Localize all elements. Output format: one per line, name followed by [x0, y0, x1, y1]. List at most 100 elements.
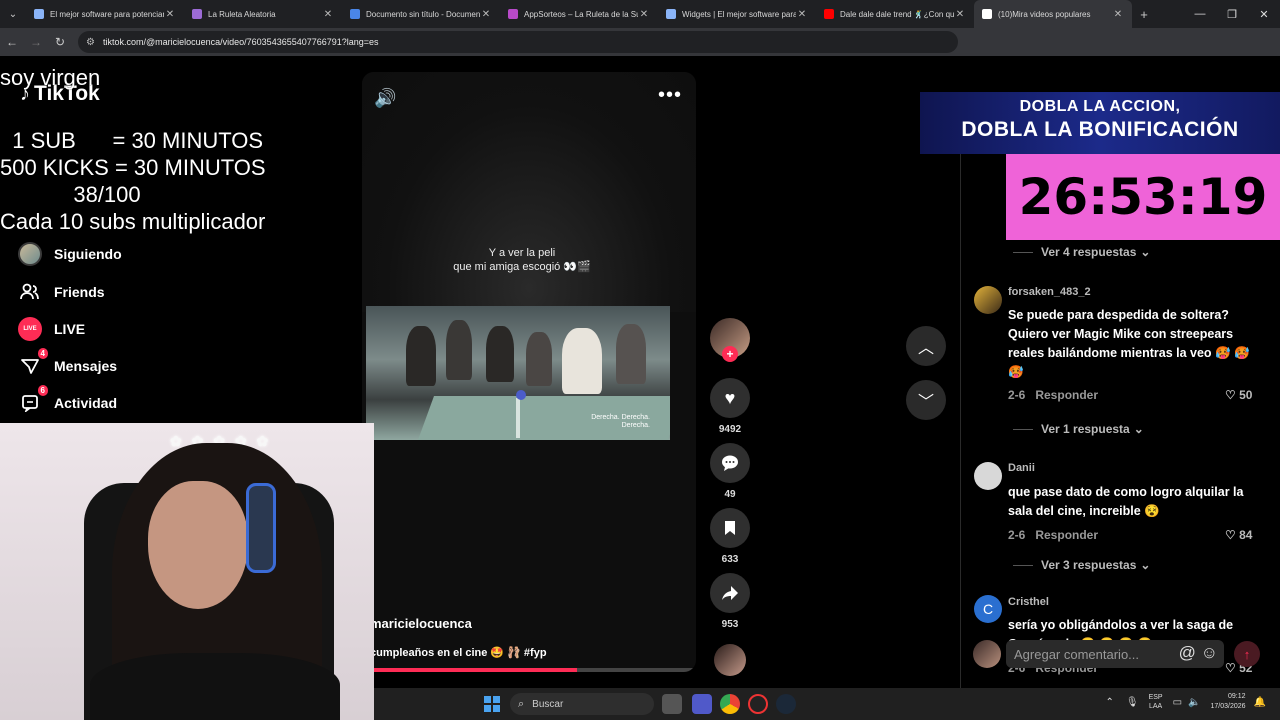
network-icon[interactable]: ▭ [1173, 697, 1182, 708]
close-icon[interactable]: ✕ [954, 9, 966, 20]
video-author[interactable]: maricielocuenca [370, 616, 472, 631]
share-arrow-icon [710, 573, 750, 613]
post-comment-button[interactable]: ↑ [1234, 641, 1260, 667]
close-icon[interactable]: ✕ [322, 9, 334, 20]
mention-emoji-icons[interactable]: @ ☺ [1179, 643, 1218, 663]
ping-pong-ball [516, 390, 526, 400]
video-player[interactable]: 🔊 ••• Y a ver la peli que mi amiga escog… [362, 72, 696, 672]
view-replies-button[interactable]: Ver 3 respuestas ⌄ [1013, 558, 1150, 572]
search-label: Buscar [532, 698, 564, 710]
comment-username[interactable]: forsaken_483_2 [1008, 286, 1091, 298]
tab-favicon-icon [824, 9, 834, 19]
tiktok-favicon-icon [982, 9, 992, 19]
reload-icon[interactable]: ↻ [48, 28, 72, 56]
live-icon: LIVE [18, 317, 42, 341]
comment-placeholder: Agregar comentario... [1014, 646, 1140, 662]
commenter-avatar[interactable] [974, 462, 1002, 490]
sidebar-item-following[interactable]: Siguiendo [18, 242, 122, 266]
view-replies-button[interactable]: Ver 4 respuestas ⌄ [1013, 245, 1150, 259]
tab-search-chevron-icon[interactable]: ⌄ [0, 0, 26, 28]
share-button[interactable]: 953 [710, 573, 750, 630]
browser-tab-active[interactable]: (10)Mira videos populares ✕ [974, 0, 1132, 28]
browser-tab[interactable]: Documento sin título - Documentos ✕ [342, 0, 500, 28]
share-count: 953 [721, 619, 739, 630]
sidebar-item-label: Siguiendo [54, 246, 122, 262]
follow-plus-icon[interactable]: + [722, 346, 738, 362]
close-icon[interactable]: ✕ [164, 9, 176, 20]
messages-badge: 4 [37, 348, 48, 359]
like-button[interactable]: ♥ 9492 [710, 378, 750, 435]
language-indicator[interactable]: ESP LAA [1149, 693, 1163, 711]
comment-input[interactable]: Agregar comentario... @ ☺ [1006, 640, 1224, 668]
overlay-line-4: 38/100 [0, 182, 141, 207]
obs-icon[interactable] [748, 694, 768, 714]
comment-button[interactable]: 49 [710, 443, 750, 500]
window-controls: — ❐ ✕ [1184, 0, 1280, 28]
close-icon[interactable]: ✕ [1112, 9, 1124, 20]
reply-button[interactable]: Responder [1035, 528, 1098, 542]
reply-button[interactable]: Responder [1035, 388, 1098, 402]
browser-tab[interactable]: Widgets | El mejor software para ✕ [658, 0, 816, 28]
browser-tab[interactable]: Dale dale dale trend 🕺¿Con quién ✕ [816, 0, 974, 28]
tab-favicon-icon [34, 9, 44, 19]
view-replies-button[interactable]: Ver 1 respuesta ⌄ [1013, 422, 1144, 436]
close-icon[interactable]: ✕ [796, 9, 808, 20]
system-tray: ⌃ 🎙 ESP LAA ▭ 🔈 09:12 17/03/2026 🔔 [1105, 692, 1266, 712]
heart-icon: ♥ [710, 378, 750, 418]
like-count: 9492 [718, 424, 742, 435]
steam-icon[interactable] [776, 694, 796, 714]
next-video-button[interactable]: ﹀ [906, 380, 946, 420]
back-arrow-icon[interactable]: ← [0, 28, 24, 56]
minimize-icon[interactable]: — [1184, 0, 1216, 28]
promo-line-1: DOBLA LA ACCION, [1019, 98, 1181, 115]
music-disc-avatar[interactable] [714, 644, 746, 676]
forward-arrow-icon[interactable]: → [24, 28, 48, 56]
save-button[interactable]: 633 [710, 508, 750, 565]
sidebar-item-messages[interactable]: 4 Mensajes [18, 348, 117, 378]
taskbar-search[interactable]: ⌕ Buscar [510, 693, 654, 715]
chrome-icon[interactable] [720, 694, 740, 714]
microphone-icon[interactable]: 🎙 [1126, 697, 1139, 708]
tab-favicon-icon [508, 9, 518, 19]
more-options-icon[interactable]: ••• [658, 84, 682, 107]
site-settings-icon[interactable]: ⚙ [86, 37, 95, 48]
caption-line: que mi amiga escogió 👀🎬 [453, 261, 591, 273]
windows-taskbar: ⌕ Buscar ⌃ 🎙 ESP LAA ▭ 🔈 09:12 17/03/202… [374, 688, 1280, 720]
comment-text: Se puede para despedida de soltera? Quie… [1008, 308, 1250, 379]
comment-username[interactable]: Cristhel [1008, 596, 1049, 608]
close-icon[interactable]: ✕ [480, 9, 492, 20]
browser-tab[interactable]: El mejor software para potenciar ✕ [26, 0, 184, 28]
task-view-icon[interactable] [662, 694, 682, 714]
comment-like-button[interactable]: ♡ 84 [1225, 528, 1252, 542]
clock[interactable]: 09:12 17/03/2026 [1211, 692, 1246, 712]
new-tab-button[interactable]: + [1132, 7, 1156, 22]
discord-icon[interactable] [692, 694, 712, 714]
previous-video-button[interactable]: ︿ [906, 326, 946, 366]
sidebar-item-label: Friends [54, 284, 105, 300]
sidebar-item-friends[interactable]: Friends [18, 280, 105, 304]
browser-tab[interactable]: AppSorteos – La Ruleta de la Suerte ✕ [500, 0, 658, 28]
comment-username[interactable]: Danii [1008, 462, 1035, 474]
volume-icon[interactable]: 🔊 [374, 88, 396, 109]
commenter-avatar[interactable]: C [974, 595, 1002, 623]
close-window-icon[interactable]: ✕ [1248, 0, 1280, 28]
browser-tab[interactable]: La Ruleta Aleatoria ✕ [184, 0, 342, 28]
chevron-up-icon: ︿ [917, 340, 934, 357]
url-input[interactable]: ⚙ tiktok.com/@maricielocuenca/video/7603… [78, 31, 958, 53]
comment-meta: 2-6 Responder [1008, 388, 1098, 402]
following-avatar-icon [18, 242, 42, 266]
activity-icon: 6 [18, 385, 48, 415]
windows-start-icon[interactable] [484, 696, 500, 712]
sidebar-item-activity[interactable]: 6 Actividad [18, 385, 117, 415]
volume-icon[interactable]: 🔈 [1188, 697, 1200, 708]
sidebar-item-live[interactable]: LIVE LIVE [18, 317, 85, 341]
activity-badge: 6 [37, 385, 48, 396]
chevron-up-icon[interactable]: ⌃ [1105, 697, 1113, 708]
notifications-icon[interactable]: 🔔 [1254, 697, 1266, 708]
video-caption-overlay: Y a ver la peli que mi amiga escogió 👀🎬 [362, 246, 682, 274]
comment-like-button[interactable]: ♡ 50 [1225, 388, 1252, 402]
close-icon[interactable]: ✕ [638, 9, 650, 20]
maximize-icon[interactable]: ❐ [1216, 0, 1248, 28]
video-progress-bar[interactable] [374, 668, 696, 672]
commenter-avatar[interactable] [974, 286, 1002, 314]
